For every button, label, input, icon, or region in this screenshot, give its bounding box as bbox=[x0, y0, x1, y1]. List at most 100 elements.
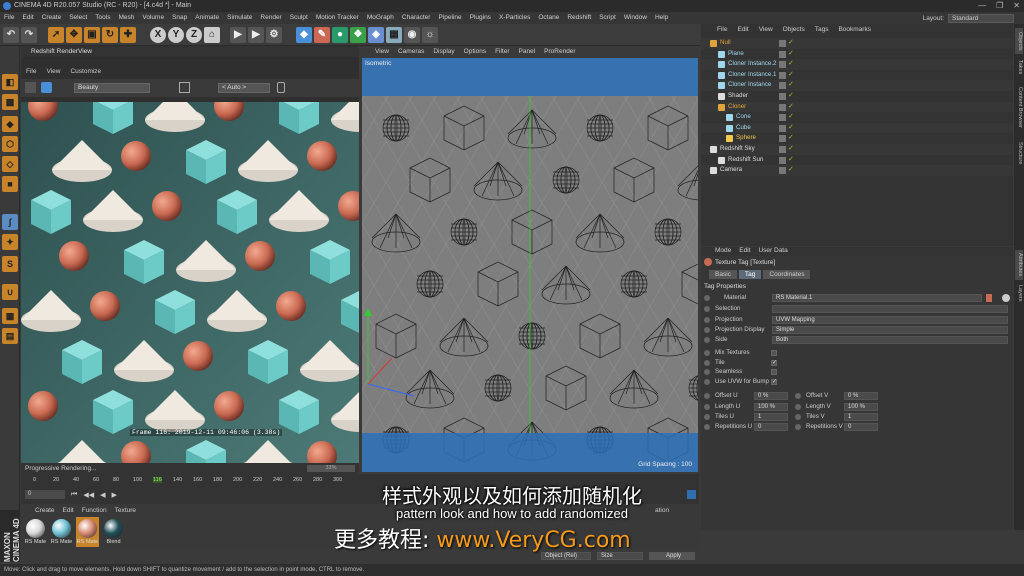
selection-field[interactable] bbox=[772, 305, 1008, 313]
light-icon[interactable]: ☼ bbox=[422, 27, 438, 43]
object-row[interactable]: Cloner Instance.1 ✓ bbox=[701, 70, 1013, 81]
floor-icon[interactable]: ▦ bbox=[386, 27, 402, 43]
apply-button[interactable]: Apply bbox=[649, 552, 695, 560]
tile-checkbox[interactable]: ✓ bbox=[771, 360, 777, 366]
close-button[interactable]: ✕ bbox=[1013, 0, 1020, 12]
crop-icon[interactable] bbox=[179, 82, 190, 93]
visibility-toggle[interactable] bbox=[779, 71, 786, 79]
visibility-toggle[interactable] bbox=[779, 103, 786, 111]
maximize-button[interactable]: ❐ bbox=[996, 0, 1003, 12]
menu-edit[interactable]: Edit bbox=[18, 12, 37, 24]
enabled-check-icon[interactable]: ✓ bbox=[788, 49, 794, 60]
material-field[interactable]: RS Material.1 bbox=[772, 294, 982, 302]
material-thumbnail[interactable]: RS Mate bbox=[24, 517, 47, 547]
viewport-menu-cameras[interactable]: Cameras bbox=[398, 48, 424, 58]
menu-character[interactable]: Character bbox=[398, 12, 435, 24]
x-axis-button[interactable]: X bbox=[150, 27, 166, 43]
anim-dot-icon[interactable] bbox=[704, 295, 710, 301]
object-row[interactable]: Sphere ✓ bbox=[701, 133, 1013, 144]
tiles-u-field[interactable]: 1 bbox=[754, 413, 788, 421]
enabled-check-icon[interactable]: ✓ bbox=[788, 112, 794, 123]
menu-volume[interactable]: Volume bbox=[138, 12, 168, 24]
offset-u-field[interactable]: 0 % bbox=[754, 392, 788, 400]
visibility-toggle[interactable] bbox=[779, 82, 786, 90]
renderview-menu-customize[interactable]: Customize bbox=[70, 68, 101, 78]
object-row[interactable]: Plane ✓ bbox=[701, 49, 1013, 60]
objmgr-menu-edit[interactable]: Edit bbox=[737, 26, 748, 36]
object-row[interactable]: Shader ✓ bbox=[701, 91, 1013, 102]
select-tool-icon[interactable]: ➚ bbox=[48, 27, 64, 43]
coordinate-system-icon[interactable]: ⌂ bbox=[204, 27, 220, 43]
subdivision-icon[interactable]: ● bbox=[332, 27, 348, 43]
menu-window[interactable]: Window bbox=[620, 12, 651, 24]
aov-dropdown[interactable]: Beauty bbox=[74, 83, 150, 93]
enabled-check-icon[interactable]: ✓ bbox=[788, 165, 794, 176]
menu-animate[interactable]: Animate bbox=[191, 12, 223, 24]
menu-script[interactable]: Script bbox=[595, 12, 620, 24]
objmgr-menu-objects[interactable]: Objects bbox=[783, 26, 805, 36]
length-v-field[interactable]: 100 % bbox=[844, 403, 878, 411]
visibility-toggle[interactable] bbox=[779, 156, 786, 164]
material-thumbnail[interactable]: RS Mate bbox=[50, 517, 73, 547]
menu-plugins[interactable]: Plugins bbox=[466, 12, 495, 24]
anim-dot-icon[interactable] bbox=[704, 404, 710, 410]
visibility-toggle[interactable] bbox=[779, 93, 786, 100]
object-row[interactable]: Camera ✓ bbox=[701, 165, 1013, 176]
magnet-icon[interactable]: ∪ bbox=[2, 284, 18, 300]
viewport-menu-panel[interactable]: Panel bbox=[519, 48, 536, 58]
enabled-check-icon[interactable]: ✓ bbox=[788, 155, 794, 166]
enabled-check-icon[interactable]: ✓ bbox=[788, 59, 794, 70]
menu-tools[interactable]: Tools bbox=[91, 12, 114, 24]
visibility-toggle[interactable] bbox=[779, 114, 786, 122]
deformer-icon[interactable]: ◈ bbox=[368, 27, 384, 43]
enabled-check-icon[interactable]: ✓ bbox=[788, 133, 794, 144]
anim-dot-icon[interactable] bbox=[704, 317, 710, 323]
render-settings-icon[interactable]: ⚙ bbox=[266, 27, 282, 43]
menu-select[interactable]: Select bbox=[65, 12, 91, 24]
recent-tool-icon[interactable]: ✚ bbox=[120, 27, 136, 43]
object-row[interactable]: Cloner Instance.2 ✓ bbox=[701, 59, 1013, 70]
visibility-toggle[interactable] bbox=[779, 146, 786, 153]
objmgr-menu-view[interactable]: View bbox=[759, 26, 773, 36]
anim-dot-icon[interactable] bbox=[704, 393, 710, 399]
menu-octane[interactable]: Octane bbox=[534, 12, 563, 24]
tab-objects[interactable]: Objects bbox=[1015, 28, 1023, 54]
menu-sculpt[interactable]: Sculpt bbox=[286, 12, 312, 24]
menu-help[interactable]: Help bbox=[651, 12, 672, 24]
tab-structure[interactable]: Structure bbox=[1015, 136, 1023, 170]
z-axis-button[interactable]: Z bbox=[186, 27, 202, 43]
menu-redshift[interactable]: Redshift bbox=[563, 12, 595, 24]
anim-dot-icon[interactable] bbox=[795, 393, 801, 399]
anim-dot-icon[interactable] bbox=[704, 350, 710, 356]
menu-file[interactable]: File bbox=[0, 12, 18, 24]
sculpt-mode-icon[interactable]: ∫ bbox=[2, 214, 18, 230]
tiles-v-field[interactable]: 1 bbox=[844, 413, 878, 421]
anim-dot-icon[interactable] bbox=[704, 379, 710, 385]
material-menu-icon[interactable] bbox=[1002, 294, 1010, 302]
renderview-menu-file[interactable]: File bbox=[26, 68, 36, 78]
move-tool-icon[interactable]: ✥ bbox=[66, 27, 82, 43]
cube-primitive-icon[interactable]: ◆ bbox=[296, 27, 312, 43]
render-picture-viewer-icon[interactable]: ▶ bbox=[248, 27, 264, 43]
pen-spline-icon[interactable]: ✎ bbox=[314, 27, 330, 43]
visibility-toggle[interactable] bbox=[779, 50, 786, 58]
uvw-bump-checkbox[interactable]: ✓ bbox=[771, 379, 777, 385]
menu-render[interactable]: Render bbox=[256, 12, 285, 24]
enabled-check-icon[interactable]: ✓ bbox=[788, 144, 794, 155]
enabled-check-icon[interactable]: ✓ bbox=[788, 70, 794, 81]
mix-textures-checkbox[interactable] bbox=[771, 350, 777, 356]
viewport-menu-view[interactable]: View bbox=[375, 48, 389, 58]
minimize-button[interactable]: — bbox=[978, 0, 986, 12]
anim-dot-icon[interactable] bbox=[704, 369, 710, 375]
projection-display-dropdown[interactable]: Simple bbox=[772, 326, 1008, 334]
render-view-icon[interactable]: ▶ bbox=[230, 27, 246, 43]
anim-dot-icon[interactable] bbox=[704, 360, 710, 366]
points-mode-icon[interactable]: ⬡ bbox=[2, 136, 18, 152]
object-row[interactable]: Redshift Sun ✓ bbox=[701, 155, 1013, 166]
renderview-menu-view[interactable]: View bbox=[46, 68, 60, 78]
attr-tab-coordinates[interactable]: Coordinates bbox=[763, 270, 811, 279]
render-start-icon[interactable] bbox=[41, 82, 52, 93]
menu-motion-tracker[interactable]: Motion Tracker bbox=[312, 12, 363, 24]
object-row[interactable]: Redshift Sky ✓ bbox=[701, 144, 1013, 155]
projection-dropdown[interactable]: UVW Mapping bbox=[772, 316, 1008, 324]
